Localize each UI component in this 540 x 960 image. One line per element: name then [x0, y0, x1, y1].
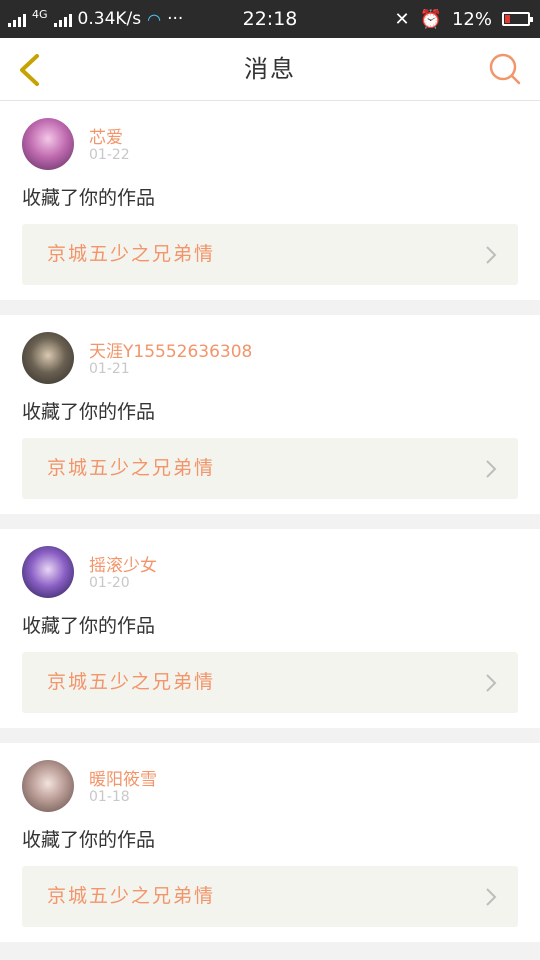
list-item: 暖阳筱雪 01-18 收藏了你的作品 京城五少之兄弟情 [0, 743, 540, 942]
user-name[interactable]: 芯爱 [89, 123, 123, 148]
alarm-icon: ⏰ [419, 8, 442, 30]
list-item: 摇滚少女 01-20 收藏了你的作品 京城五少之兄弟情 [0, 529, 540, 728]
message-date: 01-22 [89, 147, 130, 163]
battery-icon [502, 12, 533, 26]
chevron-right-icon [486, 460, 497, 478]
search-icon [489, 53, 521, 85]
avatar[interactable] [22, 118, 74, 170]
action-text: 收藏了你的作品 [22, 187, 156, 209]
work-title: 京城五少之兄弟情 [47, 885, 216, 907]
list-item: 芯爱 01-22 收藏了你的作品 京城五少之兄弟情 [0, 101, 540, 300]
action-text: 收藏了你的作品 [22, 829, 156, 851]
user-name[interactable]: 天涯Y15552636308 [89, 337, 252, 362]
work-title: 京城五少之兄弟情 [47, 671, 216, 693]
message-date: 01-21 [89, 361, 130, 377]
chevron-right-icon [486, 888, 497, 906]
message-date: 01-20 [89, 575, 130, 591]
user-name[interactable]: 暖阳筱雪 [89, 765, 157, 790]
action-text: 收藏了你的作品 [22, 401, 156, 423]
battery-percent: 12% [451, 8, 492, 30]
list-item: 天涯Y15552636308 01-21 收藏了你的作品 京城五少之兄弟情 [0, 315, 540, 514]
header: 消息 [0, 38, 540, 101]
action-text: 收藏了你的作品 [22, 615, 156, 637]
status-bar: 4G 0.34K/s ◠ ··· 22:18 ✕ ⏰ 12% [0, 0, 540, 38]
work-link[interactable]: 京城五少之兄弟情 [22, 224, 518, 285]
avatar[interactable] [22, 332, 74, 384]
work-title: 京城五少之兄弟情 [47, 243, 216, 265]
avatar[interactable] [22, 546, 74, 598]
work-link[interactable]: 京城五少之兄弟情 [22, 438, 518, 499]
status-right: ✕ ⏰ 12% [394, 0, 533, 38]
message-date: 01-18 [89, 789, 130, 805]
mute-icon: ✕ [394, 8, 410, 30]
work-title: 京城五少之兄弟情 [47, 457, 216, 479]
user-name[interactable]: 摇滚少女 [89, 551, 157, 576]
search-button[interactable] [488, 52, 522, 86]
chevron-right-icon [486, 674, 497, 692]
page-title: 消息 [244, 55, 296, 83]
work-link[interactable]: 京城五少之兄弟情 [22, 652, 518, 713]
chevron-right-icon [486, 246, 497, 264]
message-list: 芯爱 01-22 收藏了你的作品 京城五少之兄弟情 天涯Y15552636308… [0, 101, 540, 957]
work-link[interactable]: 京城五少之兄弟情 [22, 866, 518, 927]
avatar[interactable] [22, 760, 74, 812]
